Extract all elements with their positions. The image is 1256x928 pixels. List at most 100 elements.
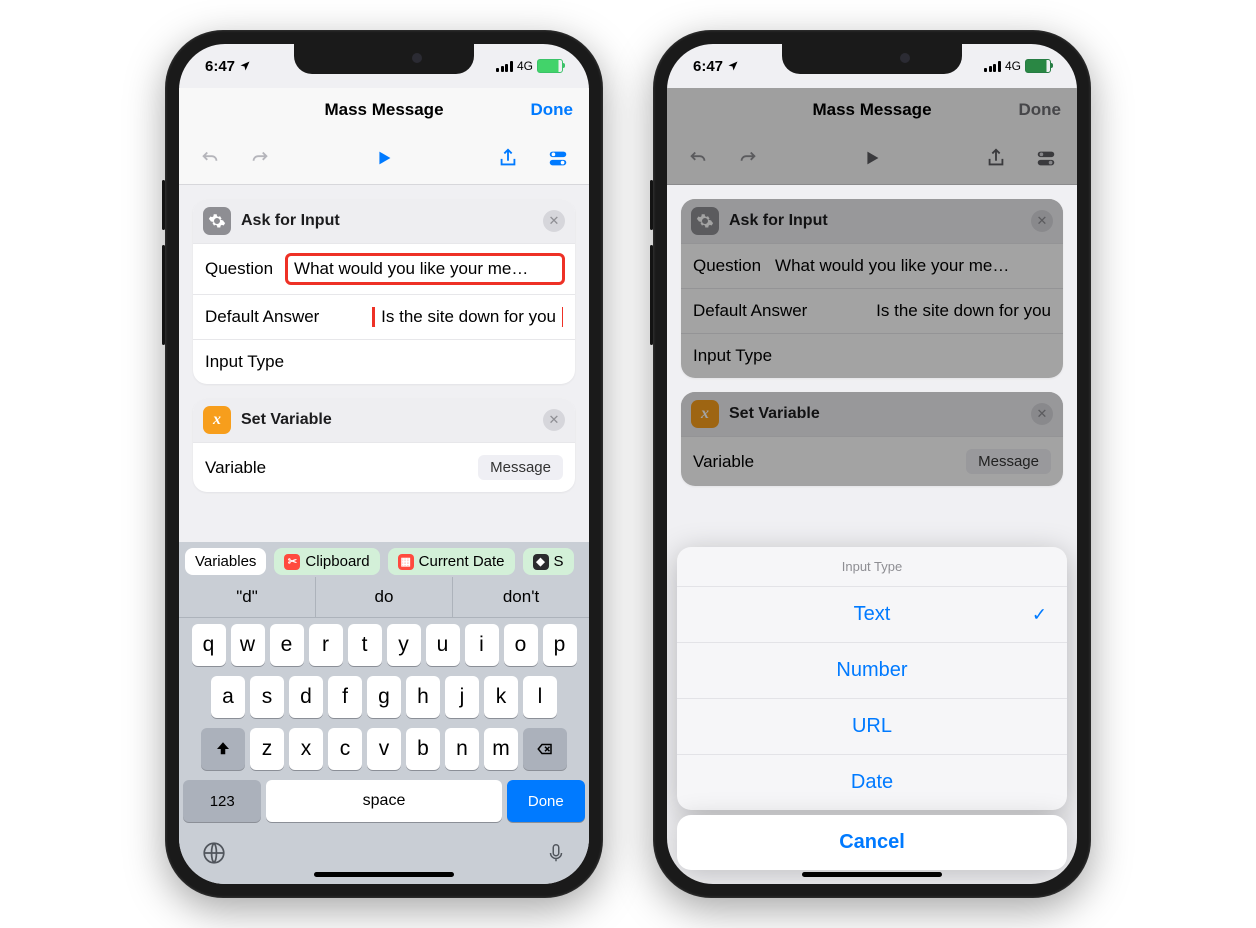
key-g[interactable]: g: [367, 676, 401, 718]
space-key[interactable]: space: [266, 780, 501, 822]
question-field[interactable]: What would you like your me…: [285, 253, 565, 285]
clipboard-chip[interactable]: ✂Clipboard: [274, 548, 379, 575]
key-o[interactable]: o: [504, 624, 538, 666]
nav-bar: Mass Message Done: [667, 88, 1077, 132]
key-s[interactable]: s: [250, 676, 284, 718]
variable-icon: x: [691, 400, 719, 428]
suggestion[interactable]: do: [315, 577, 452, 617]
close-icon[interactable]: ✕: [1031, 403, 1053, 425]
card-title: Set Variable: [729, 405, 1021, 423]
variable-value[interactable]: Message: [966, 449, 1051, 474]
key-x[interactable]: x: [289, 728, 323, 770]
done-button[interactable]: Done: [513, 100, 573, 120]
key-l[interactable]: l: [523, 676, 557, 718]
sheet-item-number[interactable]: Number: [677, 643, 1067, 699]
home-indicator[interactable]: [314, 872, 454, 877]
toolbar: [179, 132, 589, 185]
play-button[interactable]: [859, 145, 885, 171]
key-v[interactable]: v: [367, 728, 401, 770]
card-title: Set Variable: [241, 411, 533, 429]
key-row-3: z x c v b n m: [183, 728, 585, 770]
key-j[interactable]: j: [445, 676, 479, 718]
question-label: Question: [205, 259, 273, 279]
play-button[interactable]: [371, 145, 397, 171]
location-icon: [239, 60, 251, 72]
key-c[interactable]: c: [328, 728, 362, 770]
notch: [294, 44, 474, 74]
input-type-sheet: Input Type Text✓ Number URL Date: [677, 547, 1067, 810]
key-f[interactable]: f: [328, 676, 362, 718]
key-i[interactable]: i: [465, 624, 499, 666]
redo-button[interactable]: [247, 145, 273, 171]
default-answer-field[interactable]: Is the site down for you: [821, 301, 1051, 321]
key-k[interactable]: k: [484, 676, 518, 718]
sheet-item-date[interactable]: Date: [677, 755, 1067, 810]
suggestion-row: "d" do don't: [179, 577, 589, 618]
notch: [782, 44, 962, 74]
key-r[interactable]: r: [309, 624, 343, 666]
key-w[interactable]: w: [231, 624, 265, 666]
done-button[interactable]: Done: [1001, 100, 1061, 120]
keyboard-done-key[interactable]: Done: [507, 780, 585, 822]
key-y[interactable]: y: [387, 624, 421, 666]
battery-icon: [537, 59, 563, 73]
page-title: Mass Message: [255, 100, 513, 120]
key-e[interactable]: e: [270, 624, 304, 666]
undo-button[interactable]: [685, 145, 711, 171]
nav-bar: Mass Message Done: [179, 88, 589, 132]
sheet-cancel-button[interactable]: Cancel: [677, 815, 1067, 870]
key-t[interactable]: t: [348, 624, 382, 666]
numbers-key[interactable]: 123: [183, 780, 261, 822]
settings-toggle-button[interactable]: [1033, 145, 1059, 171]
key-p[interactable]: p: [543, 624, 577, 666]
set-variable-card: x Set Variable ✕ Variable Message: [193, 398, 575, 492]
question-label: Question: [693, 256, 761, 276]
variable-value[interactable]: Message: [478, 455, 563, 480]
card-title: Ask for Input: [241, 212, 533, 230]
key-h[interactable]: h: [406, 676, 440, 718]
variable-bar: Variables ✂Clipboard ▦Current Date ◆S: [179, 542, 589, 577]
ask-for-input-card: Ask for Input ✕ Question What would you …: [193, 199, 575, 384]
variable-icon: x: [203, 406, 231, 434]
question-field[interactable]: What would you like your me…: [775, 256, 1051, 276]
close-icon[interactable]: ✕: [1031, 210, 1053, 232]
key-u[interactable]: u: [426, 624, 460, 666]
keyboard: Variables ✂Clipboard ▦Current Date ◆S "d…: [179, 542, 589, 884]
redo-button[interactable]: [735, 145, 761, 171]
suggestion[interactable]: "d": [179, 577, 315, 617]
sheet-item-url[interactable]: URL: [677, 699, 1067, 755]
close-icon[interactable]: ✕: [543, 210, 565, 232]
backspace-key[interactable]: [523, 728, 567, 770]
key-q[interactable]: q: [192, 624, 226, 666]
key-d[interactable]: d: [289, 676, 323, 718]
variable-label: Variable: [205, 458, 464, 478]
share-button[interactable]: [495, 145, 521, 171]
key-n[interactable]: n: [445, 728, 479, 770]
sheet-item-text[interactable]: Text✓: [677, 587, 1067, 643]
current-date-chip[interactable]: ▦Current Date: [388, 548, 515, 575]
key-row-2: a s d f g h j k l: [183, 676, 585, 718]
share-button[interactable]: [983, 145, 1009, 171]
variables-chip[interactable]: Variables: [185, 548, 266, 575]
undo-button[interactable]: [197, 145, 223, 171]
close-icon[interactable]: ✕: [543, 409, 565, 431]
key-z[interactable]: z: [250, 728, 284, 770]
signal-icon: [984, 61, 1001, 72]
input-type-label: Input Type: [205, 352, 549, 372]
page-title: Mass Message: [743, 100, 1001, 120]
suggestion[interactable]: don't: [452, 577, 589, 617]
settings-toggle-button[interactable]: [545, 145, 571, 171]
gear-icon: [691, 207, 719, 235]
shift-key[interactable]: [201, 728, 245, 770]
key-b[interactable]: b: [406, 728, 440, 770]
extra-chip[interactable]: ◆S: [523, 548, 574, 575]
key-m[interactable]: m: [484, 728, 518, 770]
sheet-title: Input Type: [677, 547, 1067, 587]
mic-icon[interactable]: [545, 840, 567, 866]
home-indicator[interactable]: [802, 872, 942, 877]
default-answer-field[interactable]: Is the site down for you: [372, 307, 563, 327]
key-a[interactable]: a: [211, 676, 245, 718]
globe-icon[interactable]: [201, 840, 227, 866]
default-answer-label: Default Answer: [693, 301, 807, 321]
ask-for-input-card: Ask for Input ✕ Question What would you …: [681, 199, 1063, 378]
